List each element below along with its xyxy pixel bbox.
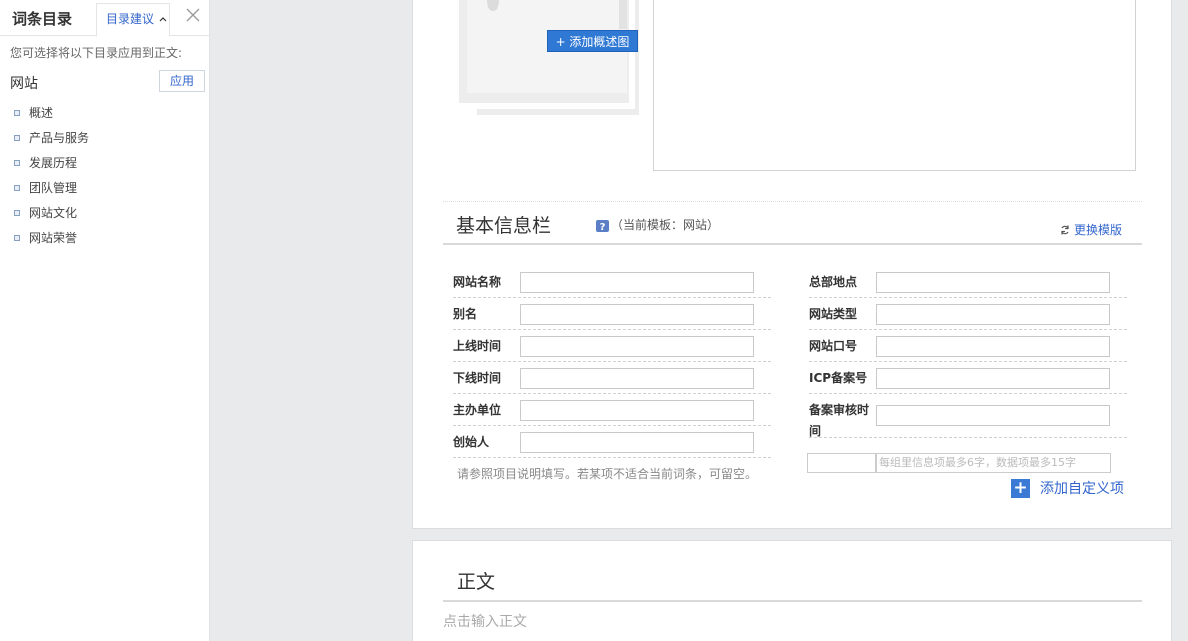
custom-key-input[interactable] [807,453,876,473]
field-site-name: 网站名称 [453,266,771,298]
switch-template-label: 更换模版 [1074,223,1123,237]
catalog-sidebar: 词条目录 目录建议 您可选择将以下目录应用到正文: 网站 应用 概述 产品与服务… [0,0,210,641]
info-panel: + 添加概述图 基本信息栏 ? （当前模板：网站） 更换模版 网站名称 别名 上… [412,0,1172,529]
field-alias: 别名 [453,298,771,330]
catalog-item[interactable]: 网站荣誉 [14,225,89,250]
catalog-item[interactable]: 概述 [14,100,89,125]
help-icon[interactable]: ? [596,220,609,232]
image-placeholder-icon [459,0,639,115]
catalog-item[interactable]: 网站文化 [14,200,89,225]
field-label: 备案审核时间 [809,403,870,438]
catalog-item-label: 网站荣誉 [29,230,78,245]
field-founder: 创始人 [453,426,771,458]
bullet-icon [14,234,20,241]
bullet-icon [14,209,20,216]
sidebar-header: 词条目录 目录建议 [0,0,209,37]
field-hq-location: 总部地点 [809,266,1127,298]
field-label: 下线时间 [453,371,502,385]
field-label: 创始人 [453,435,490,449]
sidebar-title: 词条目录 [12,10,73,28]
catalog-item-label: 发展历程 [29,155,78,170]
catalog-item[interactable]: 产品与服务 [14,125,89,150]
bullet-icon [14,134,20,141]
sponsor-input[interactable] [520,400,754,421]
field-launch-date: 上线时间 [453,330,771,362]
tab-label: 目录建议 [106,12,155,26]
plus-icon: + [1011,478,1030,498]
add-custom-label: 添加自定义项 [1040,481,1124,497]
summary-image-placeholder: + 添加概述图 [459,0,639,115]
body-title: 正文 [457,571,496,593]
field-label: 上线时间 [453,339,502,353]
catalog-item-label: 概述 [29,105,54,120]
divider [443,600,1142,602]
catalog-item-label: 产品与服务 [29,130,90,145]
bullet-icon [14,159,20,166]
tab-catalog-suggestion[interactable]: 目录建议 [96,3,170,37]
offline-date-input[interactable] [520,368,754,389]
founder-input[interactable] [520,432,754,453]
switch-template-link[interactable]: 更换模版 [1060,221,1122,238]
svg-text:?: ? [600,222,606,232]
field-site-type: 网站类型 [809,298,1127,330]
catalog-item-label: 团队管理 [29,180,78,195]
basic-info-header: 基本信息栏 ? （当前模板：网站） 更换模版 [443,201,1142,245]
refresh-icon [1061,225,1069,234]
template-note: （当前模板：网站） [611,218,720,232]
catalog-item[interactable]: 团队管理 [14,175,89,200]
icp-input[interactable] [876,368,1110,389]
add-custom-item-button[interactable]: + 添加自定义项 [1011,478,1124,498]
catalog-item[interactable]: 发展历程 [14,150,89,175]
sidebar-description: 您可选择将以下目录应用到正文: [10,46,183,60]
field-icp: ICP备案号 [809,362,1127,394]
field-label: 别名 [453,307,478,321]
field-label: ICP备案号 [809,371,868,385]
bullet-icon [14,109,20,116]
custom-value-input[interactable]: 每组里信息项最多6字，数据项最多15字 [876,453,1111,473]
field-label: 网站名称 [453,275,502,289]
alias-input[interactable] [520,304,754,325]
add-summary-image-button[interactable]: + 添加概述图 [547,30,638,52]
field-label: 总部地点 [809,275,858,289]
summary-textarea[interactable] [653,0,1136,171]
field-offline-date: 下线时间 [453,362,771,394]
body-editor[interactable]: 点击输入正文 [443,611,527,631]
field-sponsor: 主办单位 [453,394,771,426]
field-label: 主办单位 [453,403,502,417]
field-label: 网站类型 [809,307,858,321]
field-label: 网站口号 [809,339,858,353]
catalog-item-label: 网站文化 [29,205,78,220]
bullet-icon [14,184,20,191]
chevron-up-icon [159,17,167,22]
fill-hint: 请参照项目说明填写。若某项不适合当前词条，可留空。 [457,467,758,481]
body-panel: 正文 点击输入正文 [412,540,1172,641]
review-date-input[interactable] [876,405,1110,426]
close-icon[interactable] [184,6,202,24]
template-name: 网站 [10,76,38,92]
site-name-input[interactable] [520,272,754,293]
apply-button[interactable]: 应用 [159,70,205,92]
launch-date-input[interactable] [520,336,754,357]
hq-location-input[interactable] [876,272,1110,293]
section-title: 基本信息栏 [456,215,552,237]
site-type-input[interactable] [876,304,1110,325]
slogan-input[interactable] [876,336,1110,357]
field-review-date: 备案审核时间 [809,394,1127,438]
field-slogan: 网站口号 [809,330,1127,362]
catalog-list: 概述 产品与服务 发展历程 团队管理 网站文化 网站荣誉 [14,100,89,250]
